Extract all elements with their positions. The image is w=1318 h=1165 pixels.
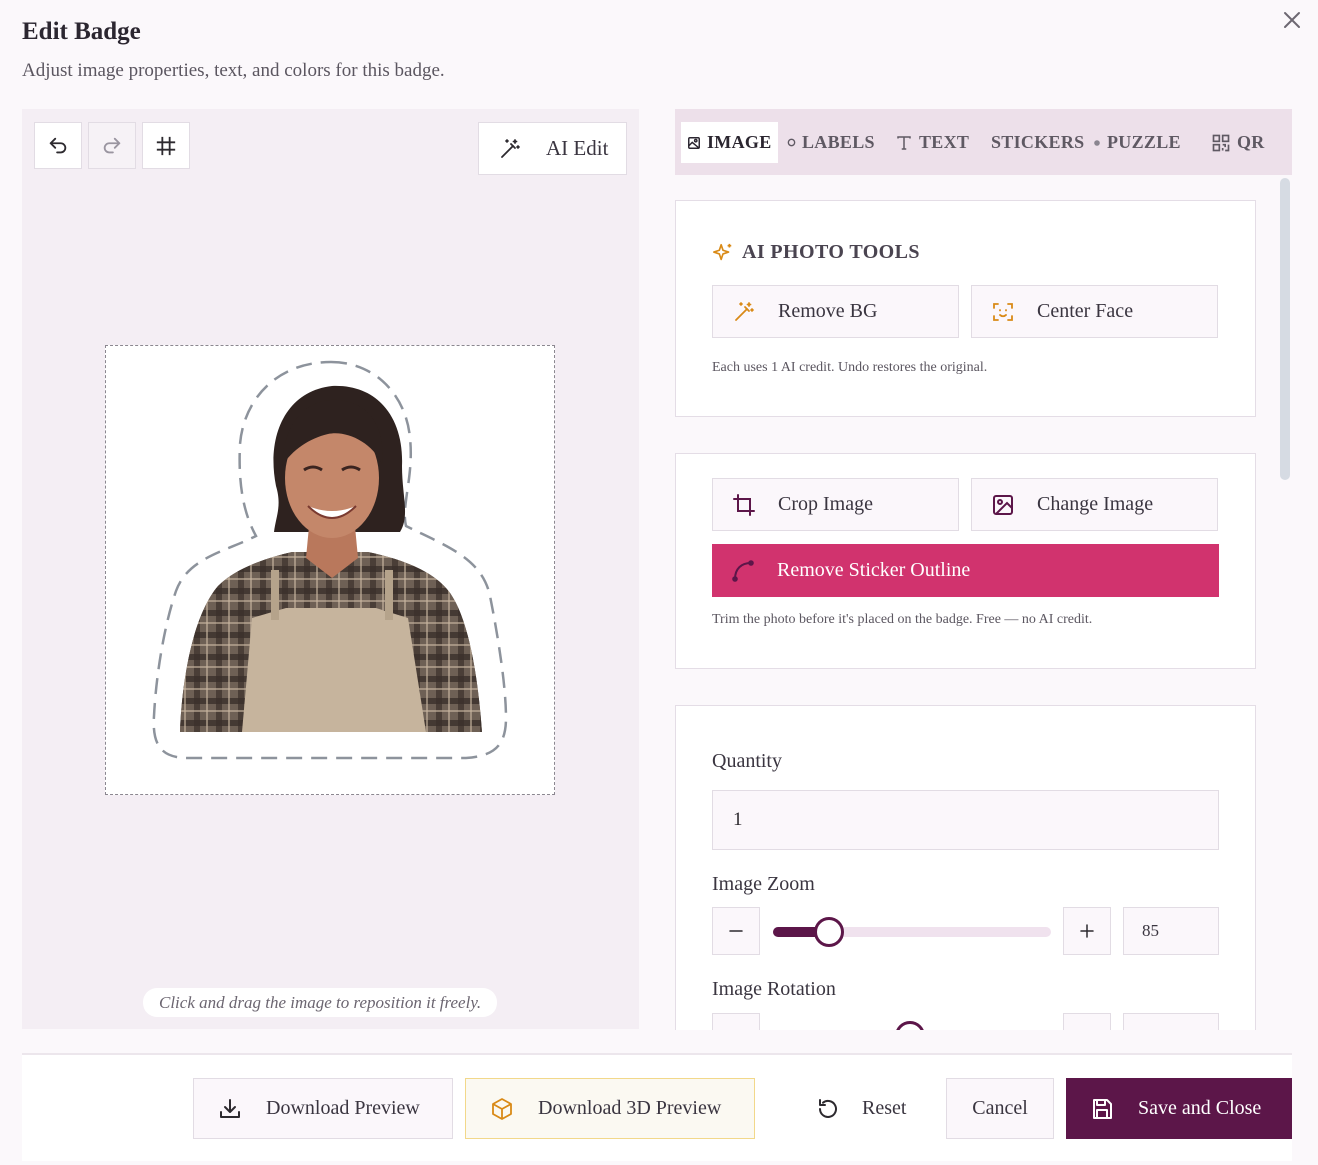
curve-icon — [732, 559, 754, 582]
grid-toggle-button[interactable] — [142, 122, 190, 169]
trim-note: Trim the photo before it's placed on the… — [712, 612, 1093, 627]
image-zoom-label: Image Zoom — [712, 873, 815, 895]
ai-photo-tools-card: AI PHOTO TOOLS Remove BG Center Face Eac… — [675, 200, 1256, 417]
zoom-increase-button[interactable] — [1063, 907, 1111, 955]
image-settings-card: Quantity Image Zoom 85 Image Rotation — [675, 705, 1256, 1030]
undo-button[interactable] — [34, 122, 82, 169]
quantity-input[interactable] — [712, 790, 1219, 850]
rotation-decrease-button[interactable] — [712, 1013, 760, 1030]
text-icon — [895, 134, 913, 152]
plus-icon — [1078, 1028, 1096, 1030]
cancel-button[interactable]: Cancel — [946, 1078, 1054, 1139]
tag-icon — [787, 138, 796, 147]
close-icon[interactable] — [1280, 8, 1304, 32]
image-icon — [993, 494, 1013, 515]
drag-hint: Click and drag the image to reposition i… — [143, 988, 498, 1017]
redo-icon — [103, 137, 121, 153]
tab-image[interactable]: IMAGE — [681, 122, 778, 163]
rotation-increase-button[interactable] — [1063, 1013, 1111, 1030]
quantity-label: Quantity — [712, 750, 782, 772]
tab-qr[interactable]: QR — [1211, 122, 1265, 163]
zoom-decrease-button[interactable] — [712, 907, 760, 955]
download-preview-button[interactable]: Download Preview — [193, 1078, 453, 1139]
dialog-subtitle: Adjust image properties, text, and color… — [22, 60, 445, 81]
reset-icon — [819, 1098, 837, 1118]
image-rotation-label: Image Rotation — [712, 978, 836, 1000]
sparkle-icon — [713, 243, 732, 260]
edit-badge-dialog: Edit Badge Adjust image properties, text… — [0, 0, 1318, 1165]
dialog-footer: Download Preview Download 3D Preview Res… — [22, 1055, 1292, 1161]
center-face-button[interactable]: Center Face — [971, 285, 1218, 338]
badge-artboard — [105, 345, 555, 795]
redo-button[interactable] — [88, 122, 136, 169]
plus-icon — [1080, 924, 1094, 938]
magic-wand-icon — [735, 301, 754, 321]
tab-stickers[interactable]: STICKERS — [991, 122, 1084, 163]
crop-icon — [733, 493, 755, 516]
cube-icon — [492, 1097, 512, 1120]
tab-labels[interactable]: LABELS — [787, 122, 875, 163]
settings-panel: AI PHOTO TOOLS Remove BG Center Face Eac… — [675, 175, 1292, 1030]
image-icon — [687, 136, 701, 150]
crop-image-button[interactable]: Crop Image — [712, 478, 959, 531]
zoom-value-field[interactable]: 85 — [1123, 907, 1219, 955]
tab-text[interactable]: TEXT — [895, 122, 969, 163]
zoom-slider-thumb[interactable] — [814, 917, 844, 947]
face-scan-icon — [993, 302, 1013, 321]
save-and-close-button[interactable]: Save and Close — [1066, 1078, 1292, 1139]
download-3d-preview-button[interactable]: Download 3D Preview — [465, 1078, 755, 1139]
zoom-slider-track[interactable] — [773, 917, 1051, 947]
editor-tabs: IMAGE LABELS TEXT STICKERS PUZZLE QR — [675, 109, 1292, 175]
save-icon — [1093, 1098, 1112, 1119]
magic-wand-icon — [501, 138, 520, 158]
puzzle-icon — [1093, 139, 1101, 147]
undo-icon — [49, 137, 67, 153]
dialog-title: Edit Badge — [22, 18, 141, 45]
badge-photo[interactable] — [106, 346, 553, 793]
change-image-button[interactable]: Change Image — [971, 478, 1218, 531]
ai-credit-note: Each uses 1 AI credit. Undo restores the… — [712, 360, 988, 375]
ai-photo-tools-heading: AI PHOTO TOOLS — [712, 241, 920, 264]
reset-button[interactable]: Reset — [792, 1078, 922, 1139]
qr-icon — [1211, 133, 1231, 153]
rotation-slider-thumb[interactable] — [895, 1021, 925, 1030]
ai-edit-label: AI Edit — [546, 136, 609, 160]
tab-puzzle[interactable]: PUZZLE — [1093, 122, 1181, 163]
minus-icon — [729, 930, 743, 932]
grid-icon — [156, 136, 176, 155]
ai-edit-button[interactable]: AI Edit — [478, 122, 627, 175]
rotation-value-field[interactable] — [1123, 1013, 1219, 1030]
badge-canvas: AI Edit Click and drag the image to repo… — [22, 109, 639, 1029]
remove-bg-button[interactable]: Remove BG — [712, 285, 959, 338]
image-tools-card: Crop Image Change Image Remove Sticker O… — [675, 453, 1256, 669]
download-icon — [220, 1098, 240, 1118]
remove-sticker-outline-button[interactable]: Remove Sticker Outline — [712, 544, 1219, 597]
